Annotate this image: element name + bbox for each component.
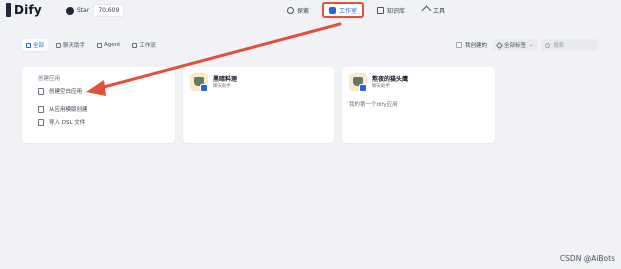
watermark: CSDN @AiBots (559, 254, 615, 263)
annotation-arrow (86, 22, 342, 96)
